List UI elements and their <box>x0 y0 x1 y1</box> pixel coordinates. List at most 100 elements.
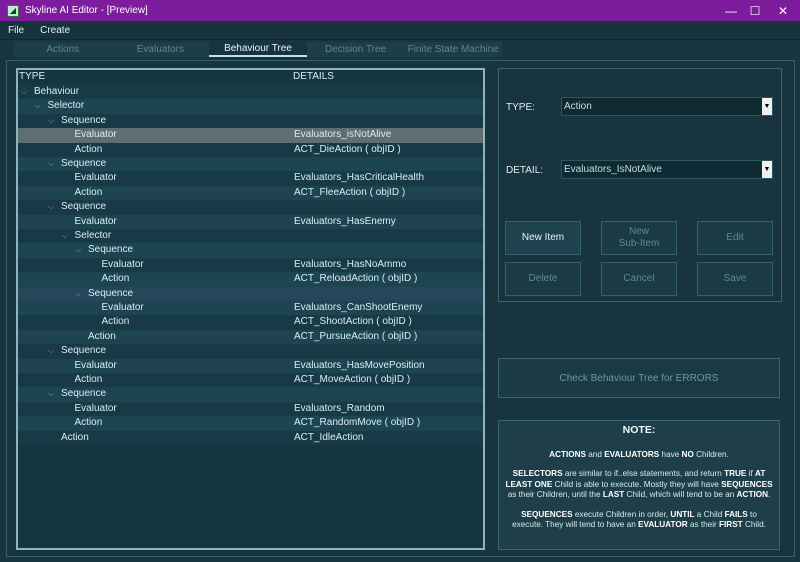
tree-row[interactable]: Action ACT_PursueAction ( objID ) <box>18 329 483 345</box>
check-errors-button[interactable]: Check Behaviour Tree for ERRORS <box>498 358 780 398</box>
node-type-label: Action <box>74 186 103 198</box>
new-sub-item-label-line2: Sub-Item <box>618 238 660 249</box>
detail-label: DETAIL: <box>506 165 544 176</box>
node-type-label: Action <box>74 417 103 429</box>
expand-chevron-icon[interactable]: ⌵ <box>21 87 27 97</box>
note-title: NOTE: <box>622 424 656 436</box>
node-detail-label: ACT_DieAction ( objID ) <box>294 143 401 155</box>
note-text-run: UNTIL <box>670 509 695 519</box>
tab-finite-state-machine[interactable]: Finite State Machine <box>404 42 502 57</box>
expand-chevron-icon[interactable]: ⌵ <box>62 231 68 241</box>
detail-select[interactable]: Evaluators_IsNotAlive ▼ <box>561 160 773 179</box>
node-type-label: Action <box>101 316 130 328</box>
dropdown-arrow-icon[interactable]: ▼ <box>762 161 772 178</box>
tree-row[interactable]: Evaluator Evaluators_CanShootEnemy <box>18 301 483 316</box>
node-type-label: Sequence <box>61 388 107 400</box>
menu-file[interactable]: File <box>0 25 32 36</box>
node-detail-label: Evaluators_CanShootEnemy <box>294 302 423 313</box>
tree-row[interactable]: ⌵ Sequence <box>18 157 483 172</box>
expand-chevron-icon[interactable]: ⌵ <box>48 116 54 126</box>
note-text-run: SEQUENCES <box>721 479 773 489</box>
tree-row[interactable]: ⌵ Behaviour <box>18 85 483 100</box>
cancel-button[interactable]: Cancel <box>601 262 677 296</box>
node-type-label: Evaluator <box>74 402 117 414</box>
node-type-label: Evaluator <box>74 129 117 141</box>
note-text-run: as their Children, until the <box>507 490 603 499</box>
delete-button[interactable]: Delete <box>505 262 581 296</box>
node-type-label: Action <box>61 431 89 443</box>
tree-row[interactable]: Action ACT_MoveAction ( objID ) <box>18 373 483 388</box>
tree-row[interactable]: ⌵ Sequence <box>18 286 483 301</box>
note-text-run: execute Children in order, <box>572 509 671 519</box>
new-sub-item-button[interactable]: New Sub-Item <box>601 221 677 255</box>
tab-decision-tree[interactable]: Decision Tree <box>307 42 405 57</box>
node-type-label: Selector <box>47 100 85 112</box>
column-header-type[interactable]: TYPE <box>19 71 45 82</box>
node-detail-label: ACT_MoveAction ( objID ) <box>294 374 411 385</box>
tree-row[interactable]: Action ACT_RandomMove ( objID ) <box>18 416 483 431</box>
node-detail-label: Evaluators_Random <box>294 402 385 414</box>
node-detail-label: ACT_PursueAction ( objID ) <box>294 330 418 342</box>
note-text-run: ACTIONS <box>549 449 586 459</box>
tree-row[interactable]: ⌵ Sequence <box>18 113 483 129</box>
tree-row[interactable]: ⌵ Sequence <box>18 200 483 215</box>
expand-chevron-icon[interactable]: ⌵ <box>48 159 54 169</box>
tree-row[interactable]: Evaluator Evaluators_HasMovePosition <box>18 358 483 373</box>
node-detail-label: ACT_ReloadAction ( objID ) <box>294 273 418 285</box>
node-type-label: Sequence <box>61 114 107 126</box>
expand-chevron-icon[interactable]: ⌵ <box>75 245 81 255</box>
save-button[interactable]: Save <box>697 262 773 296</box>
tree-row[interactable]: Action ACT_DieAction ( objID ) <box>18 142 483 157</box>
expand-chevron-icon[interactable]: ⌵ <box>35 101 41 111</box>
tab-evaluators[interactable]: Evaluators <box>112 42 210 57</box>
expand-chevron-icon[interactable]: ⌵ <box>48 346 54 356</box>
behaviour-tree-view[interactable]: TYPE DETAILS ⌵ Behaviour ⌵ Selector ⌵ Sequenc… <box>16 68 485 550</box>
column-header-details[interactable]: DETAILS <box>293 71 334 82</box>
new-item-button[interactable]: New Item <box>505 221 581 255</box>
app-logo-icon: ◢ <box>7 4 19 17</box>
note-text-run: FAILS <box>724 509 748 519</box>
expand-chevron-icon[interactable]: ⌵ <box>48 202 54 212</box>
node-detail-label: ACT_ShootAction ( objID ) <box>294 316 412 328</box>
tree-row[interactable]: Action ACT_ReloadAction ( objID ) <box>18 272 483 287</box>
tree-row[interactable]: Action ACT_ShootAction ( objID ) <box>18 315 483 330</box>
note-text-run: Child, which will tend to be an <box>624 490 737 499</box>
close-button[interactable]: ✕ <box>760 0 800 21</box>
note-panel: NOTE: ACTIONS and EVALUATORS have NO Chi… <box>498 420 780 550</box>
title-bar: ◢ Skyline AI Editor - [Preview] — ☐ ✕ <box>0 0 800 21</box>
tree-row[interactable]: Evaluator Evaluators_isNotAlive <box>18 128 483 143</box>
type-select[interactable]: Action ▼ <box>561 97 773 116</box>
tree-row[interactable]: ⌵ Sequence <box>18 243 483 258</box>
tree-row[interactable]: Evaluator Evaluators_Random <box>18 401 483 417</box>
node-detail-label: Evaluators_HasEnemy <box>294 215 396 227</box>
node-type-label: Sequence <box>88 244 134 256</box>
tab-actions[interactable]: Actions <box>14 42 112 57</box>
tree-row[interactable]: Evaluator Evaluators_HasNoAmmo <box>18 257 483 273</box>
expand-chevron-icon[interactable]: ⌵ <box>48 389 54 399</box>
note-text-run: are similar to if..else statements, and … <box>562 469 725 478</box>
tree-row[interactable]: Action ACT_IdleAction <box>18 430 483 445</box>
tree-row[interactable]: Evaluator Evaluators_HasEnemy <box>18 214 483 229</box>
node-detail-label: Evaluators_isNotAlive <box>294 129 392 141</box>
node-type-label: Behaviour <box>34 86 80 97</box>
menu-create[interactable]: Create <box>32 25 78 36</box>
note-paragraph-actions: ACTIONS and EVALUATORS have NO Children. <box>505 450 773 461</box>
note-text-run: Child. <box>742 520 766 529</box>
tree-row[interactable]: ⌵ Sequence <box>18 387 483 402</box>
type-label: TYPE: <box>506 102 535 113</box>
tab-behaviour-tree[interactable]: Behaviour Tree <box>209 42 307 57</box>
tree-row[interactable]: Evaluator Evaluators_HasCriticalHealth <box>18 171 483 186</box>
dropdown-arrow-icon[interactable]: ▼ <box>762 98 772 115</box>
tree-row[interactable]: Action ACT_FleeAction ( objID ) <box>18 185 483 201</box>
expand-chevron-icon[interactable]: ⌵ <box>75 289 81 299</box>
detail-select-value: Evaluators_IsNotAlive <box>564 164 662 175</box>
node-detail-label: Evaluators_HasMovePosition <box>294 359 425 371</box>
tree-row[interactable]: ⌵ Sequence <box>18 344 483 359</box>
edit-button[interactable]: Edit <box>697 221 773 255</box>
tree-row[interactable]: ⌵ Selector <box>18 99 483 114</box>
node-type-label: Sequence <box>61 158 107 169</box>
node-type-label: Selector <box>74 230 112 241</box>
note-paragraph-sequences: SEQUENCES execute Children in order, UNT… <box>505 510 773 531</box>
tab-bar: Actions Evaluators Behaviour Tree Decisi… <box>14 42 502 57</box>
tree-row[interactable]: ⌵ Selector <box>18 229 483 244</box>
